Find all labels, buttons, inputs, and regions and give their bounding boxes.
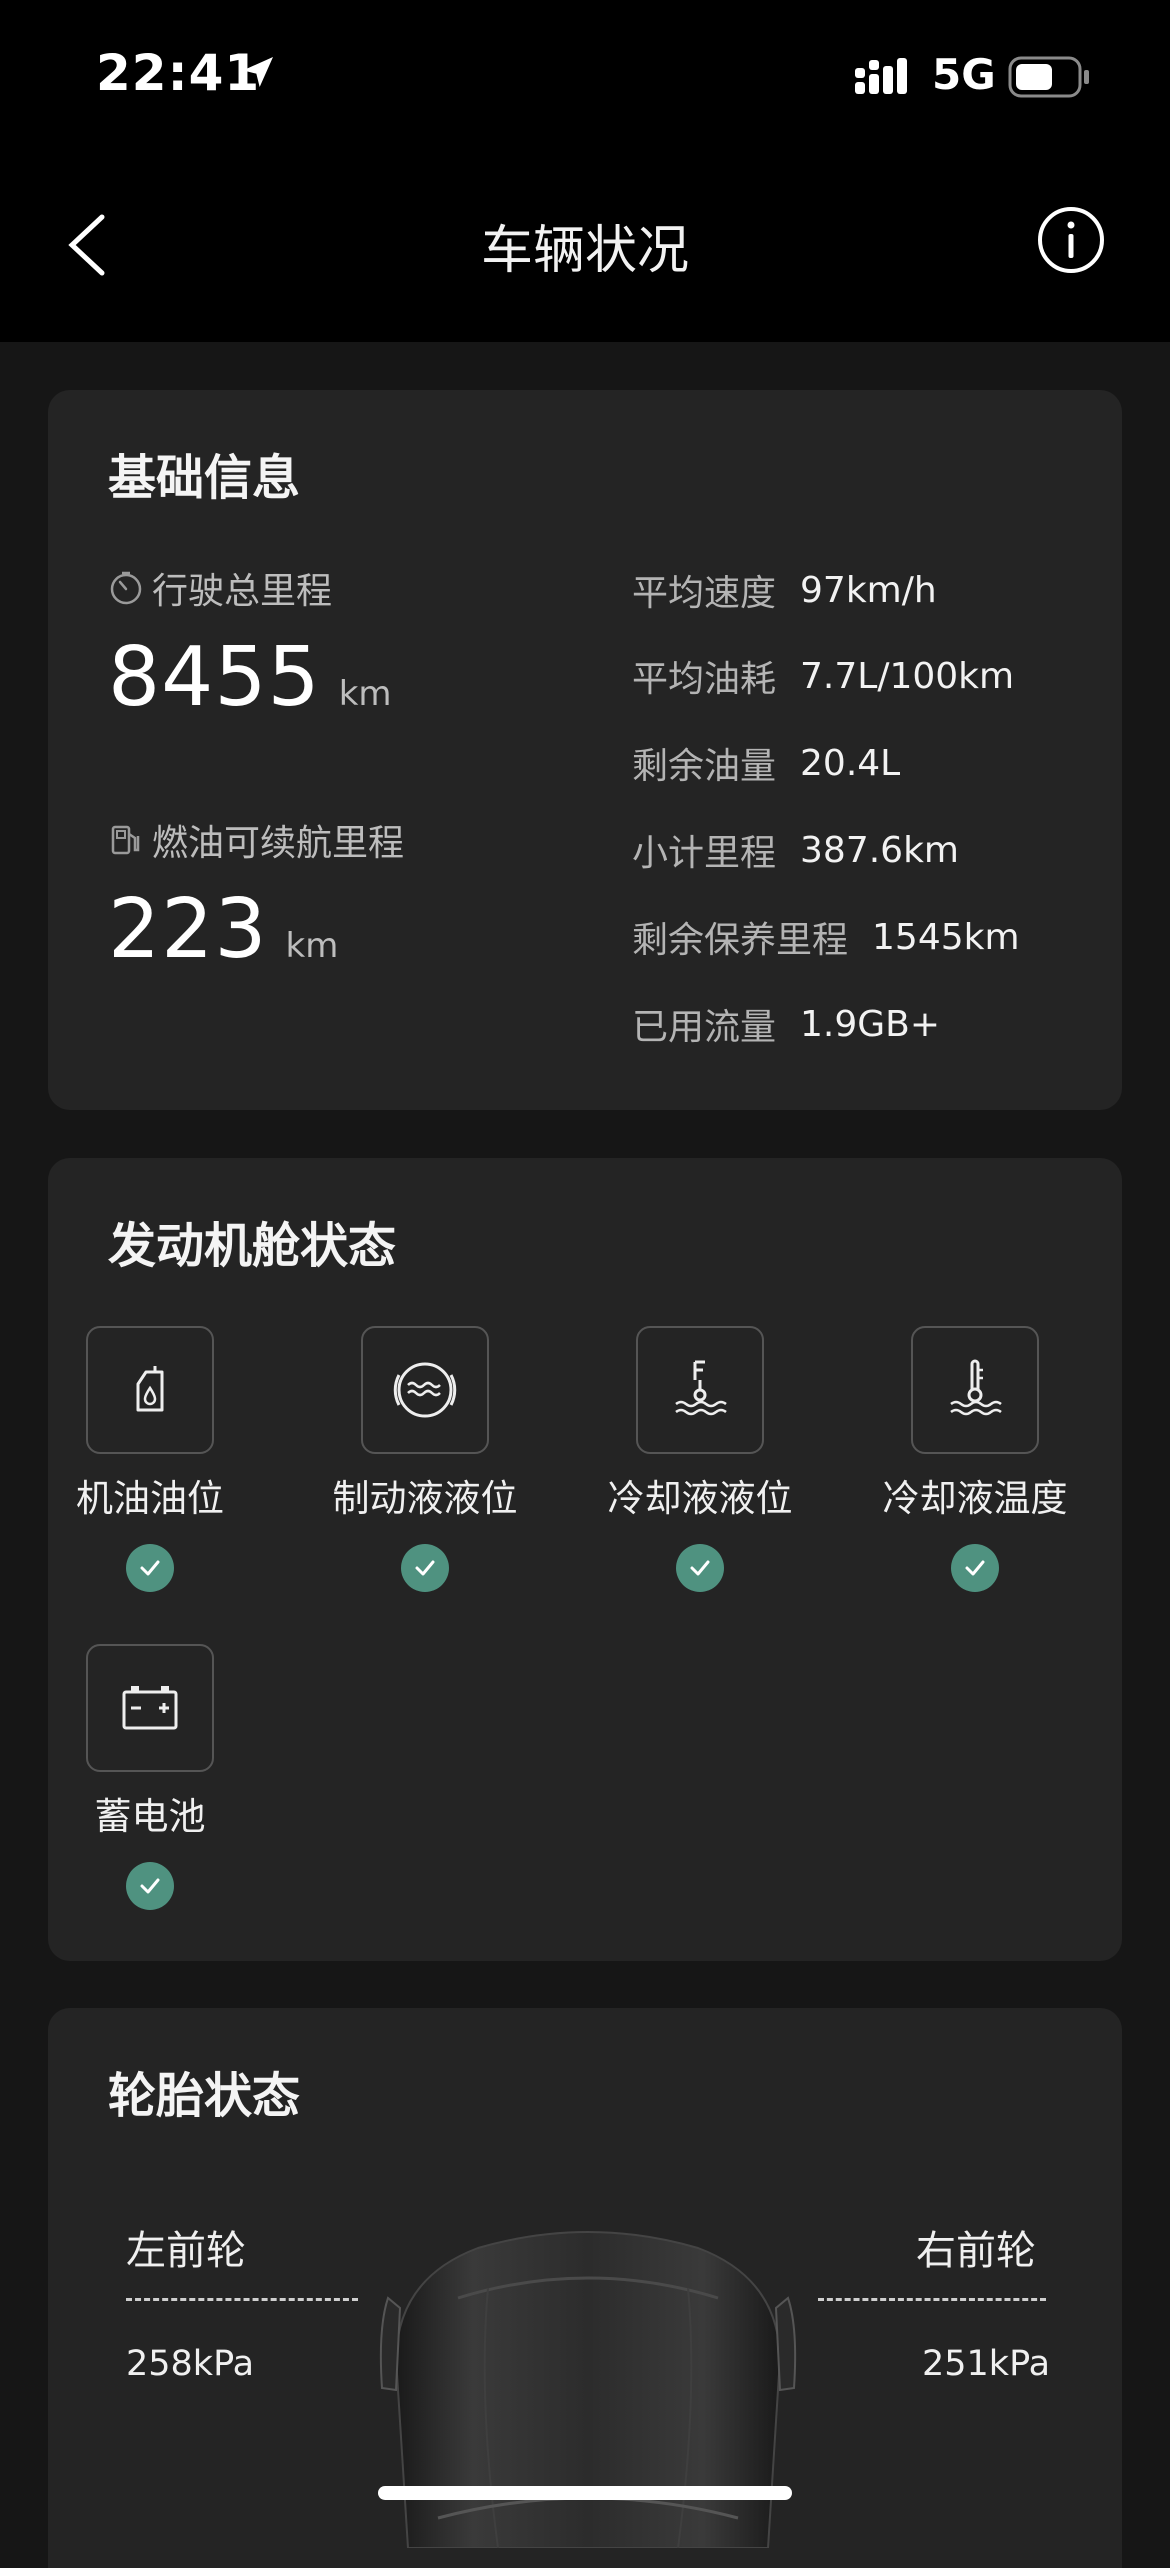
tire-status-card: 轮胎状态 左前轮 258kPa 右前轮 251kPa (48, 2008, 1122, 2568)
stat-value: 7.7L/100km (800, 655, 1015, 697)
basic-info-card: 基础信息 行驶总里程 8455 km 燃油可续航里程 223 km 平均速度 97k… (48, 390, 1122, 1110)
stat-label: 小计里程 (632, 833, 777, 874)
home-indicator[interactable] (378, 2486, 792, 2500)
stat-row-maintenance: 剩余保养里程 1545km (632, 911, 1020, 963)
check-icon (126, 1544, 174, 1592)
stat-row-data-usage: 已用流量 1.9GB+ (632, 998, 940, 1050)
stat-row-avg-fuel: 平均油耗 7.7L/100km (632, 650, 1014, 702)
fuel-range-value: 223 km (108, 882, 338, 977)
page-title: 车辆状况 (480, 221, 689, 281)
total-mileage-unit: km (338, 674, 392, 714)
coolant-level-icon (636, 1326, 764, 1454)
check-icon (401, 1544, 449, 1592)
basic-info-title: 基础信息 (108, 450, 301, 506)
coolant-temperature-icon (911, 1326, 1039, 1454)
front-left-tire-pressure: 258kPa (126, 2344, 255, 2384)
stat-value: 1545km (872, 916, 1020, 958)
engine-item-label: 冷却液温度 (882, 1477, 1068, 1520)
engine-status-title: 发动机舱状态 (108, 1218, 397, 1274)
fuel-range-number: 223 (108, 882, 268, 977)
check-icon (951, 1544, 999, 1592)
info-icon (1038, 207, 1104, 273)
total-mileage-number: 8455 (108, 630, 321, 725)
stat-value: 1.9GB+ (800, 1003, 941, 1045)
stat-row-avg-speed: 平均速度 97km/h (632, 564, 937, 616)
engine-item-label: 制动液液位 (332, 1477, 518, 1520)
network-type: 5G (932, 50, 996, 99)
car-top-view-image (348, 2218, 828, 2552)
total-mileage-label-text: 行驶总里程 (152, 571, 333, 612)
engine-item-coolant-temp[interactable]: 冷却液温度 (855, 1326, 1095, 1592)
engine-item-label: 蓄电池 (94, 1795, 206, 1838)
battery-icon (1008, 56, 1092, 102)
engine-item-label: 冷却液液位 (607, 1477, 793, 1520)
fuel-range-unit: km (285, 926, 339, 966)
engine-item-oil[interactable]: 机油油位 (30, 1326, 270, 1592)
status-time: 22:41 (96, 44, 261, 102)
signal-icon (855, 56, 919, 100)
stat-value: 97km/h (800, 569, 937, 611)
stat-label: 剩余油量 (632, 746, 777, 787)
front-left-tire-label: 左前轮 (126, 2228, 246, 2274)
total-mileage-value: 8455 km (108, 630, 392, 725)
front-right-tire-label: 右前轮 (916, 2228, 1036, 2274)
stat-label: 剩余保养里程 (632, 920, 849, 961)
check-icon (676, 1544, 724, 1592)
stat-value: 387.6km (800, 829, 959, 871)
stat-row-fuel-left: 剩余油量 20.4L (632, 737, 900, 789)
front-right-tire-pressure: 251kPa (922, 2344, 1051, 2384)
oil-can-icon (86, 1326, 214, 1454)
engine-item-coolant-level[interactable]: 冷却液液位 (580, 1326, 820, 1592)
location-arrow-icon (238, 52, 278, 96)
total-mileage-label: 行驶总里程 (108, 562, 332, 614)
stat-value: 20.4L (800, 742, 901, 784)
engine-item-brake-fluid[interactable]: 制动液液位 (305, 1326, 545, 1592)
fuel-range-label-text: 燃油可续航里程 (152, 823, 405, 864)
nav-bar: 车辆状况 (0, 160, 1170, 342)
stat-label: 平均油耗 (632, 659, 777, 700)
engine-status-card: 发动机舱状态 机油油位 制动液液位 冷却液液位 冷却液温度 蓄电池 (48, 1158, 1122, 1961)
front-left-divider (126, 2298, 358, 2301)
status-bar: 22:41 5G (0, 0, 1170, 160)
fuel-pump-icon (111, 825, 140, 855)
front-right-divider (818, 2298, 1046, 2301)
tire-status-title: 轮胎状态 (108, 2068, 301, 2124)
timer-icon (110, 571, 142, 605)
check-icon (126, 1862, 174, 1910)
fuel-range-label: 燃油可续航里程 (108, 814, 404, 866)
brake-fluid-icon (361, 1326, 489, 1454)
engine-item-battery[interactable]: 蓄电池 (30, 1644, 270, 1910)
stat-row-trip: 小计里程 387.6km (632, 824, 959, 876)
stat-label: 平均速度 (632, 573, 777, 614)
battery-12v-icon (86, 1644, 214, 1772)
info-button[interactable] (1036, 205, 1106, 279)
stat-label: 已用流量 (632, 1007, 777, 1048)
engine-item-label: 机油油位 (76, 1477, 224, 1520)
